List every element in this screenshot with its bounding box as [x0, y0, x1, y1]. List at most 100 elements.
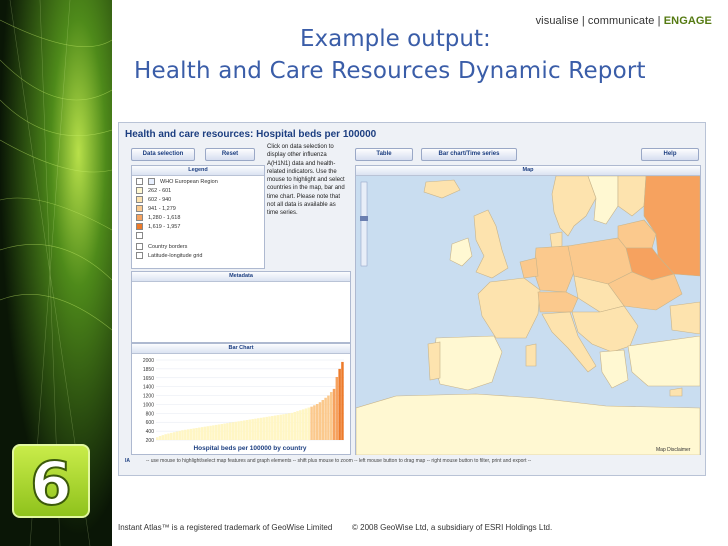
bar[interactable] [181, 430, 184, 440]
bar[interactable] [273, 415, 277, 440]
expand-icon[interactable] [136, 178, 143, 185]
checkbox-icon[interactable] [148, 178, 155, 185]
bar[interactable] [212, 425, 215, 440]
bar[interactable] [299, 410, 302, 440]
help-button[interactable]: Help [641, 148, 699, 161]
bar[interactable] [175, 431, 179, 440]
legend-layer-row[interactable]: Country borders [136, 243, 187, 250]
bar[interactable] [282, 414, 285, 440]
map-disclaimer-link[interactable]: Map Disclaimer [656, 447, 691, 453]
bar[interactable] [231, 422, 235, 440]
bar[interactable] [268, 416, 271, 440]
bar[interactable] [226, 423, 229, 440]
bar[interactable] [214, 424, 218, 440]
bar[interactable] [206, 426, 210, 440]
bar[interactable] [304, 408, 308, 440]
bar[interactable] [327, 395, 330, 440]
slide-title-line1: Example output: [300, 26, 491, 52]
tagline-text: visualise | communicate | [535, 15, 664, 27]
europe-map[interactable]: Map Disclaimer [356, 176, 700, 455]
bar[interactable] [265, 416, 268, 440]
table-button[interactable]: Table [355, 148, 413, 161]
metadata-panel: Metadata [131, 271, 351, 343]
map-panel[interactable]: Map Map Disclaimer [355, 165, 701, 455]
bar[interactable] [335, 376, 339, 440]
svg-text:6: 6 [30, 449, 72, 516]
bar[interactable] [245, 420, 249, 440]
legend-layer-row[interactable]: Latitude-longitude grid [136, 252, 202, 259]
bar[interactable] [228, 422, 232, 440]
bar[interactable] [170, 432, 173, 440]
bar[interactable] [338, 368, 341, 440]
bar[interactable] [290, 412, 294, 440]
legend-swatch-4 [136, 214, 143, 221]
bar[interactable] [324, 397, 327, 440]
bar[interactable] [321, 400, 325, 440]
bar[interactable] [195, 428, 198, 440]
bar[interactable] [341, 361, 344, 440]
bar[interactable] [296, 411, 299, 440]
bar[interactable] [156, 437, 159, 440]
footer-copyright: © 2008 GeoWise Ltd, a subsidiary of ESRI… [352, 523, 553, 532]
bar[interactable] [240, 420, 243, 440]
bar[interactable] [186, 429, 190, 440]
bar[interactable] [313, 405, 316, 440]
bar[interactable] [318, 402, 322, 440]
bar[interactable] [293, 412, 296, 440]
instantatlas-logo-icon: IA [125, 458, 130, 464]
bar[interactable] [217, 424, 221, 440]
data-selection-button[interactable]: Data selection [131, 148, 195, 161]
bar[interactable] [271, 416, 274, 440]
checkbox-icon[interactable] [136, 252, 143, 259]
legend-class-label: 941 - 1,279 [148, 205, 176, 212]
legend-swatch-5 [136, 223, 143, 230]
bar[interactable] [184, 429, 187, 440]
zoom-slider[interactable] [360, 181, 368, 267]
bar[interactable] [178, 430, 181, 440]
bar[interactable] [237, 421, 240, 440]
legend-layer-row[interactable]: WHO European Region [136, 178, 218, 185]
bar[interactable] [248, 419, 252, 440]
legend-class-row: 1,280 - 1,618 [136, 214, 180, 221]
status-text: -- use mouse to highlight/select map fea… [146, 458, 532, 464]
bar[interactable] [189, 428, 193, 440]
bar[interactable] [259, 417, 263, 440]
legend-swatch-2 [136, 196, 143, 203]
bar-chart[interactable]: 200 400 600 800 1000 1200 1400 1650 1850 2000 Hosp… [132, 354, 350, 455]
bar[interactable] [329, 392, 333, 440]
bar[interactable] [242, 420, 246, 440]
bar[interactable] [332, 388, 336, 440]
bar[interactable] [192, 428, 195, 440]
legend-class-label: 262 - 601 [148, 187, 172, 194]
bar[interactable] [285, 413, 288, 440]
bar[interactable] [164, 434, 167, 440]
bar[interactable] [200, 427, 204, 440]
bar[interactable] [262, 417, 266, 440]
bar[interactable] [307, 407, 311, 440]
bar[interactable] [276, 415, 280, 440]
bar[interactable] [315, 404, 319, 440]
bar[interactable] [254, 418, 257, 440]
bar[interactable] [257, 418, 260, 440]
legend-layer-label: Country borders [148, 243, 188, 250]
bar[interactable] [209, 425, 212, 440]
reset-button[interactable]: Reset [205, 148, 255, 161]
bar[interactable] [172, 432, 176, 440]
bar[interactable] [279, 414, 282, 440]
bar[interactable] [161, 435, 165, 440]
bar[interactable] [234, 421, 238, 440]
checkbox-icon[interactable] [136, 243, 143, 250]
legend-class-row: 262 - 601 [136, 187, 171, 194]
bar[interactable] [251, 419, 254, 440]
bar[interactable] [220, 424, 224, 440]
bar[interactable] [310, 406, 313, 440]
bar[interactable] [287, 413, 291, 440]
bar[interactable] [301, 409, 305, 440]
bar[interactable] [198, 427, 201, 440]
report-app-window: Health and care resources: Hospital beds… [118, 122, 706, 476]
bar[interactable] [223, 423, 226, 440]
bar[interactable] [167, 433, 170, 440]
bar-chart-time-series-button[interactable]: Bar chart/Time series [421, 148, 517, 161]
bar[interactable] [203, 426, 207, 440]
bar[interactable] [158, 436, 162, 440]
